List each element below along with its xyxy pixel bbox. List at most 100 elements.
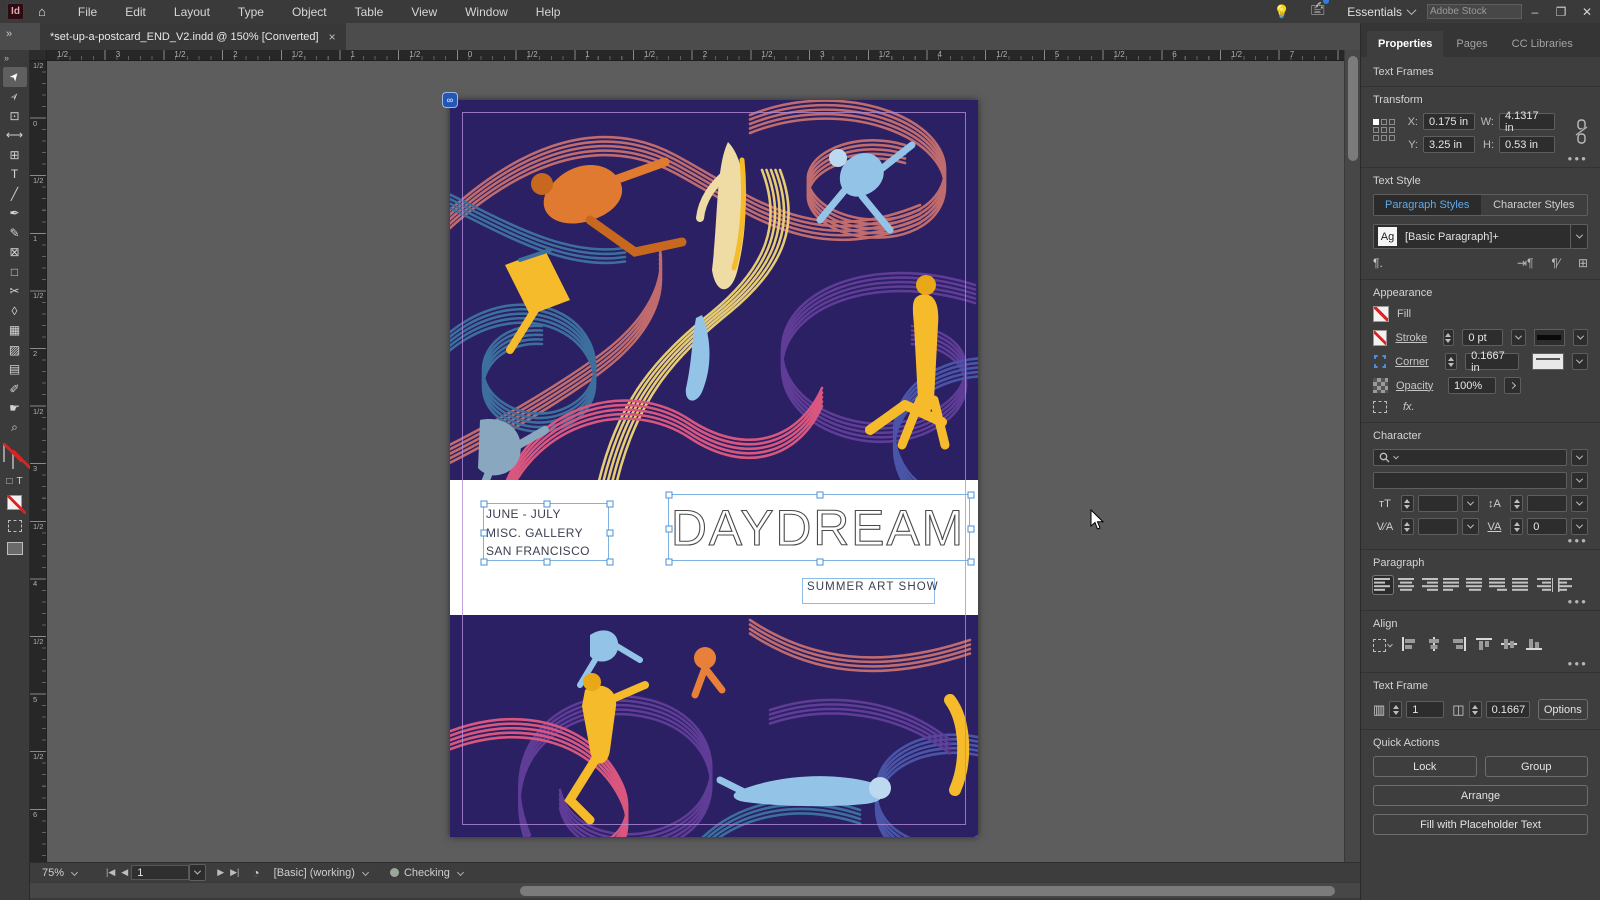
ruler-origin-corner[interactable] [30, 50, 47, 61]
font-family-dropdown[interactable] [1571, 449, 1588, 466]
paragraph-styles-tab[interactable]: Paragraph Styles [1374, 195, 1481, 215]
title-text[interactable]: DAYDREAM [669, 496, 969, 562]
screen-mode-button[interactable] [6, 541, 23, 555]
content-collector-tool[interactable]: ⊞ [3, 145, 27, 165]
corner-style-dropdown[interactable] [1571, 353, 1589, 370]
corner-style-swatch[interactable] [1531, 353, 1564, 370]
document-tab[interactable]: *set-up-a-postcard_END_V2.indd @ 150% [C… [40, 23, 346, 50]
stroke-style-swatch[interactable] [1534, 329, 1565, 346]
opacity-value[interactable]: 100% [1448, 377, 1496, 394]
rectangle-tool[interactable]: □ [3, 262, 27, 282]
apply-none-swatch[interactable] [7, 494, 26, 514]
justify-right-button[interactable] [1488, 576, 1508, 594]
page-tool[interactable]: ⊡ [3, 106, 27, 126]
kerning-value[interactable] [1417, 518, 1458, 535]
align-right-button[interactable] [1419, 576, 1439, 594]
restore-button[interactable]: ❐ [1548, 1, 1574, 23]
page-select-dropdown[interactable] [189, 864, 207, 881]
opacity-link[interactable]: Opacity [1396, 380, 1440, 392]
zoom-level-control[interactable]: 75% [42, 867, 79, 879]
tracking-dropdown[interactable] [1571, 518, 1588, 535]
stroke-weight-stepper[interactable] [1442, 329, 1455, 346]
paragraph-more-options[interactable]: ●●● [1568, 597, 1589, 606]
text-frame-options-button[interactable]: Options [1537, 699, 1588, 720]
h-input[interactable]: 0.53 in [1499, 136, 1555, 153]
selection-handle[interactable] [967, 525, 975, 532]
free-transform-tool[interactable]: ◊ [3, 301, 27, 321]
group-button[interactable]: Group [1484, 756, 1588, 777]
vertical-scrollbar[interactable] [1344, 50, 1360, 862]
menu-view[interactable]: View [397, 2, 451, 22]
menu-layout[interactable]: Layout [160, 2, 224, 22]
y-input[interactable]: 3.25 in [1423, 136, 1475, 153]
scissors-tool[interactable]: ✂ [3, 282, 27, 302]
tracking-stepper[interactable] [1510, 518, 1524, 535]
preset-selector[interactable]: [Basic] (working) [274, 867, 369, 879]
font-size-value[interactable] [1417, 495, 1458, 512]
learn-lightbulb-icon[interactable]: 💡 [1274, 4, 1290, 20]
close-button[interactable]: ✕ [1574, 1, 1600, 23]
gutter-stepper[interactable] [1468, 701, 1482, 718]
pen-tool[interactable]: ✒ [3, 204, 27, 224]
subtitle-text[interactable]: SUMMER ART SHOW [807, 581, 939, 593]
selection-handle[interactable] [967, 491, 975, 499]
tab-pages[interactable]: Pages [1445, 31, 1498, 57]
menu-file[interactable]: File [64, 2, 111, 22]
align-bottom-button[interactable] [1526, 637, 1542, 654]
page-number-input[interactable]: 1 [131, 865, 190, 880]
horizontal-scroll-thumb[interactable] [520, 886, 1335, 896]
kerning-dropdown[interactable] [1461, 518, 1479, 535]
fill-swatch-none[interactable] [2, 442, 5, 462]
justify-all-button[interactable] [1511, 576, 1531, 594]
tracking-value[interactable]: 0 [1527, 518, 1568, 535]
rectangle-frame-tool[interactable]: ⊠ [3, 243, 27, 263]
menu-help[interactable]: Help [522, 2, 575, 22]
menu-object[interactable]: Object [278, 2, 341, 22]
columns-stepper[interactable] [1389, 701, 1403, 718]
corner-link[interactable]: Corner [1395, 356, 1437, 368]
object-frame-icon[interactable] [1373, 401, 1387, 413]
leading-value[interactable] [1527, 495, 1568, 512]
columns-value[interactable]: 1 [1406, 701, 1445, 718]
gap-tool[interactable]: ⟷ [3, 126, 27, 146]
indesign-logo-icon[interactable]: Id [7, 3, 24, 20]
selection-handle[interactable] [606, 500, 614, 508]
kerning-stepper[interactable] [1400, 518, 1414, 535]
formatting-affects-text-icon[interactable]: T [16, 476, 22, 487]
w-input[interactable]: 4.1317 in [1499, 110, 1555, 134]
lock-button[interactable]: Lock [1373, 756, 1477, 777]
align-more-options[interactable]: ●●● [1568, 659, 1589, 668]
tab-properties[interactable]: Properties [1367, 31, 1444, 57]
workspace-switcher[interactable]: Essentials [1347, 5, 1417, 19]
align-toward-spine-button[interactable] [1534, 576, 1554, 594]
menu-table[interactable]: Table [341, 2, 398, 22]
paragraph-style-dropdown[interactable]: Ag [Basic Paragraph]+ [1373, 224, 1588, 249]
align-center-horizontal-button[interactable] [1426, 637, 1442, 654]
next-page-button[interactable]: ▶ [214, 867, 227, 878]
selection-handle[interactable] [480, 500, 488, 508]
font-size-dropdown[interactable] [1461, 495, 1479, 512]
align-left-button[interactable] [1372, 575, 1394, 595]
font-style-combo[interactable] [1373, 472, 1567, 489]
menu-edit[interactable]: Edit [111, 2, 160, 22]
selection-handle[interactable] [665, 525, 673, 532]
fill-with-placeholder-text-button[interactable]: Fill with Placeholder Text [1373, 814, 1588, 835]
tab-close-icon[interactable]: × [329, 30, 336, 44]
stroke-weight-value[interactable]: 0 pt [1462, 329, 1503, 346]
justify-center-button[interactable] [1465, 576, 1485, 594]
justify-left-button[interactable] [1442, 576, 1462, 594]
selection-handle[interactable] [816, 491, 824, 499]
eyedropper-tool[interactable]: ✐ [3, 379, 27, 399]
document-page[interactable]: ∞ JUNE - JULY MISC. GALLERY SAN FRANCISCO … [442, 92, 978, 837]
align-to-selector[interactable] [1373, 639, 1393, 652]
last-page-button[interactable]: ▶| [227, 867, 242, 878]
selection-handle[interactable] [543, 558, 551, 566]
x-input[interactable]: 0.175 in [1423, 113, 1475, 130]
gradient-feather-tool[interactable]: ▨ [3, 340, 27, 360]
canvas-pasteboard[interactable]: ∞ JUNE - JULY MISC. GALLERY SAN FRANCISCO … [47, 61, 1344, 862]
align-center-vertical-button[interactable] [1501, 637, 1517, 654]
opacity-expand-arrow[interactable] [1504, 377, 1521, 394]
align-top-button[interactable] [1476, 637, 1492, 654]
preflight-status-control[interactable]: Checking [389, 867, 464, 879]
align-away-from-spine-button[interactable] [1557, 576, 1577, 594]
